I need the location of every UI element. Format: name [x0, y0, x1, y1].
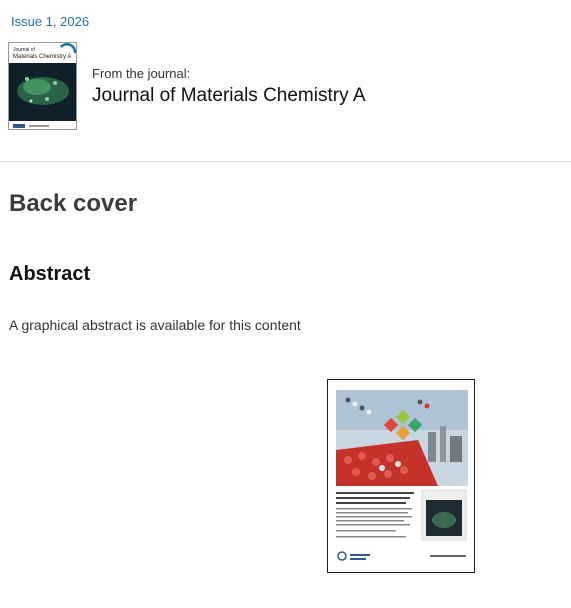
issue-link[interactable]: Issue 1, 2026: [11, 14, 89, 29]
graphical-abstract-illustration: [328, 380, 474, 572]
abstract-heading: Abstract: [9, 263, 91, 285]
journal-info: From the journal: Journal of Materials C…: [92, 66, 366, 107]
journal-cover-image: Journal of Materials Chemistry A: [9, 43, 76, 129]
graphical-abstract-image[interactable]: [327, 379, 475, 573]
section-divider: [0, 161, 571, 162]
cover-title-line1: Journal of: [13, 47, 36, 53]
journal-cover-thumbnail[interactable]: Journal of Materials Chemistry A: [8, 42, 77, 130]
from-journal-label: From the journal:: [92, 66, 191, 81]
journal-name[interactable]: Journal of Materials Chemistry A: [92, 85, 366, 107]
cover-title-line2: Materials Chemistry A: [13, 54, 71, 60]
abstract-text: A graphical abstract is available for th…: [9, 317, 301, 333]
article-type-heading: Back cover: [9, 190, 138, 217]
